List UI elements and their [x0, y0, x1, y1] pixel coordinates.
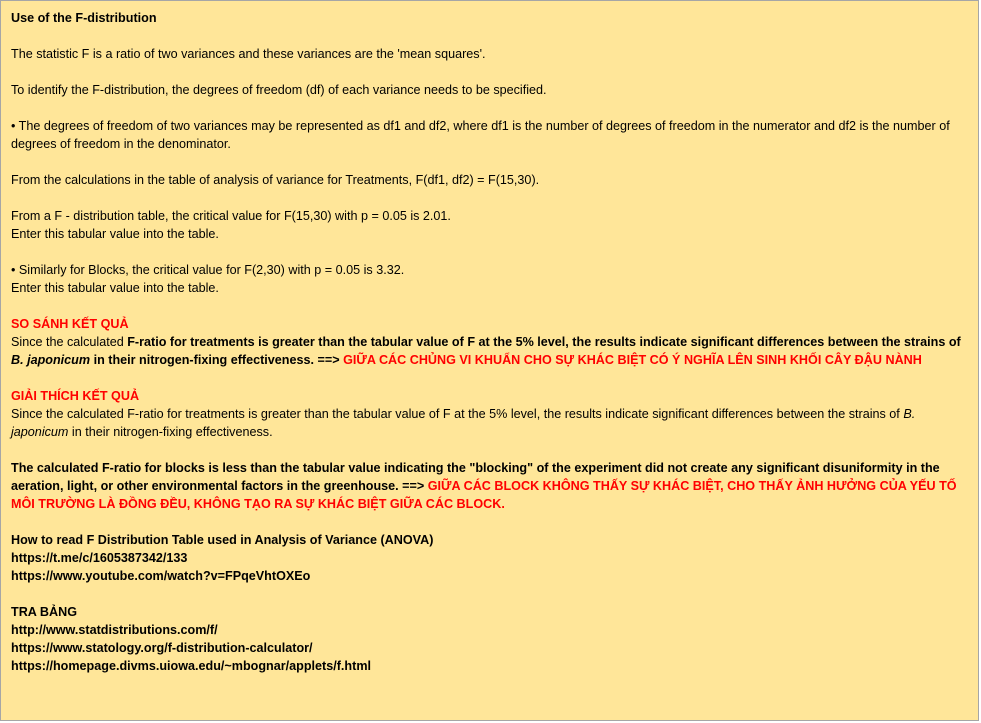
paragraph-treatments-f: From the calculations in the table of an…: [11, 173, 540, 187]
section-compare-results: SO SÁNH KẾT QUẢ Since the calculated F-r…: [11, 315, 968, 369]
enter-value-text: Enter this tabular value into the table.: [11, 227, 219, 241]
note-title: Use of the F-distribution: [11, 11, 157, 25]
paragraph-df-definition: • The degrees of freedom of two variance…: [11, 119, 950, 151]
section-blocks-result: The calculated F-ratio for blocks is les…: [11, 459, 968, 513]
link-telegram[interactable]: https://t.me/c/1605387342/133: [11, 549, 968, 567]
paragraph-f-statistic: The statistic F is a ratio of two varian…: [11, 47, 486, 61]
how-to-heading: How to read F Distribution Table used in…: [11, 533, 434, 547]
explain-heading: GIẢI THÍCH KẾT QUẢ: [11, 389, 140, 403]
enter-value-text: Enter this tabular value into the table.: [11, 281, 219, 295]
compare-text-end: in their nitrogen-fixing effectiveness. …: [90, 353, 344, 367]
section-explain-results: GIẢI THÍCH KẾT QUẢ Since the calculated …: [11, 387, 968, 441]
paragraph-critical-treatments: From a F - distribution table, the criti…: [11, 207, 968, 243]
explain-text-end: in their nitrogen-fixing effectiveness.: [68, 425, 273, 439]
compare-text-start: Since the calculated: [11, 335, 128, 349]
tra-bang-heading: TRA BẢNG: [11, 605, 77, 619]
compare-text-bold: F-ratio for treatments is greater than t…: [127, 335, 961, 349]
critical-blocks-text: • Similarly for Blocks, the critical val…: [11, 263, 405, 277]
paragraph-critical-blocks: • Similarly for Blocks, the critical val…: [11, 261, 968, 297]
paragraph-degrees-of-freedom: To identify the F-distribution, the degr…: [11, 83, 547, 97]
compare-heading: SO SÁNH KẾT QUẢ: [11, 317, 129, 331]
link-statdistributions[interactable]: http://www.statdistributions.com/f/: [11, 621, 968, 639]
note-box: Use of the F-distribution The statistic …: [0, 0, 979, 721]
species-name: B. japonicum: [11, 353, 91, 367]
explain-text-start: Since the calculated F-ratio for treatme…: [11, 407, 904, 421]
link-uiowa[interactable]: https://homepage.divms.uiowa.edu/~mbogna…: [11, 657, 968, 675]
section-how-to-read: How to read F Distribution Table used in…: [11, 531, 968, 585]
section-tra-bang: TRA BẢNG http://www.statdistributions.co…: [11, 603, 968, 675]
link-statology[interactable]: https://www.statology.org/f-distribution…: [11, 639, 968, 657]
compare-conclusion: GIỮA CÁC CHỦNG VI KHUẨN CHO SỰ KHÁC BIỆT…: [343, 353, 922, 367]
critical-treatments-text: From a F - distribution table, the criti…: [11, 209, 451, 223]
link-youtube[interactable]: https://www.youtube.com/watch?v=FPqeVhtO…: [11, 567, 968, 585]
